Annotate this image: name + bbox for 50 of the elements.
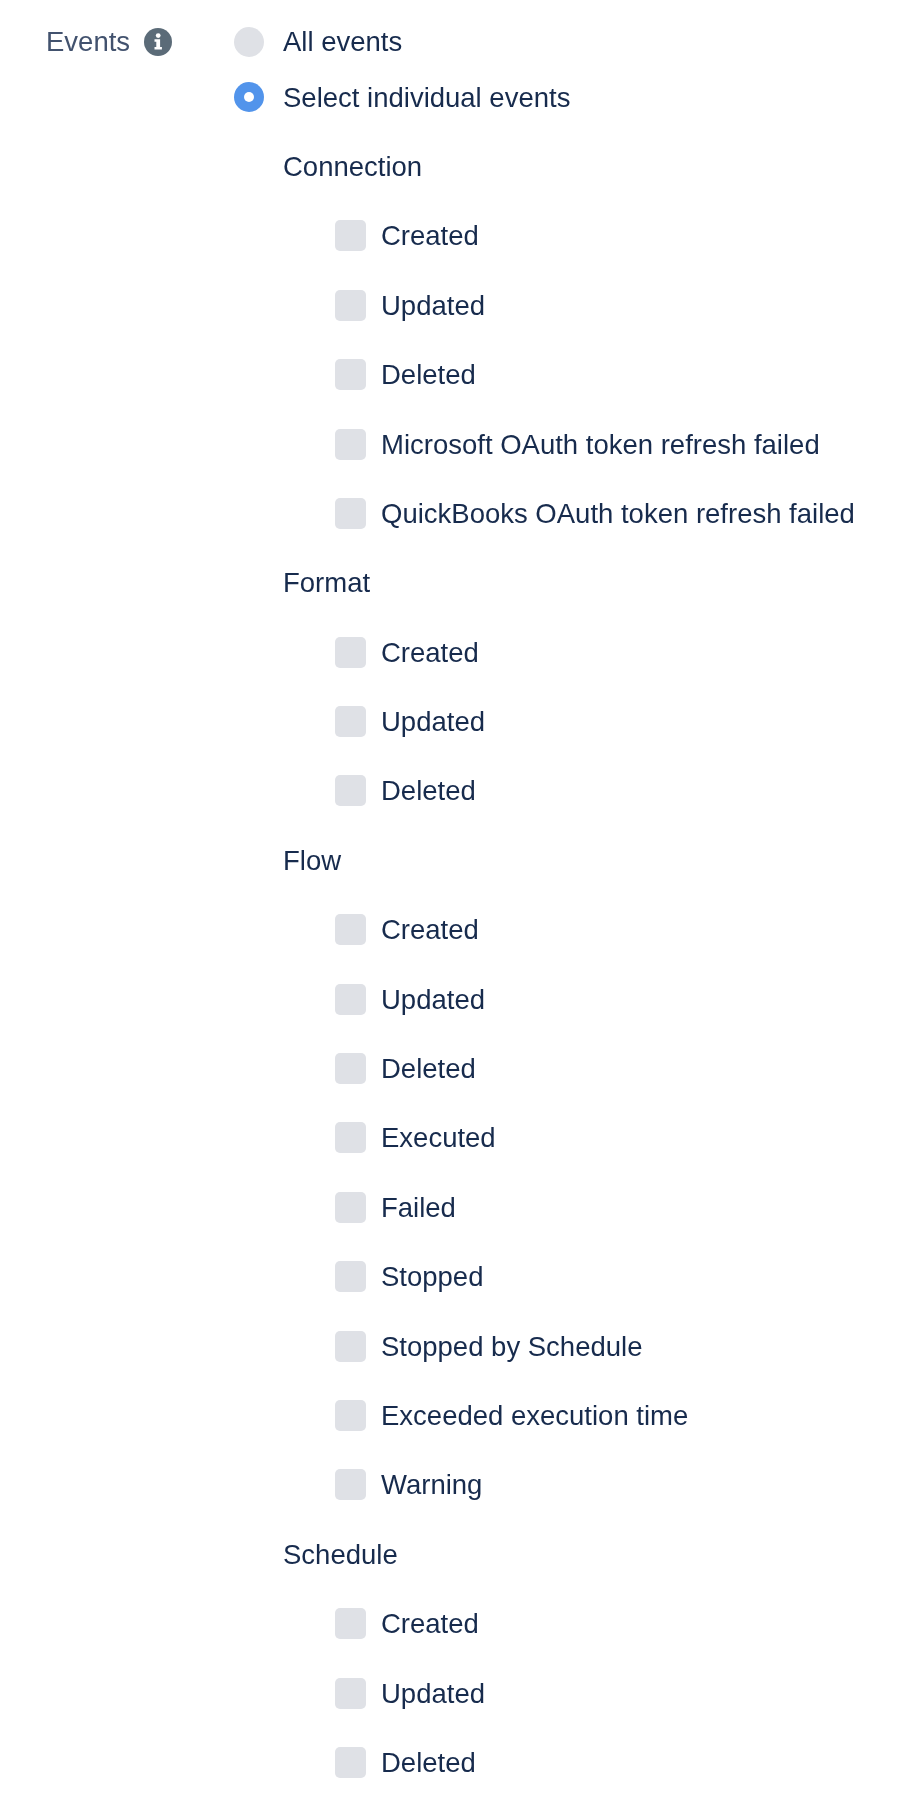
checkbox-label: Deleted bbox=[381, 358, 476, 392]
checkbox[interactable] bbox=[335, 706, 366, 738]
checkbox-label: Stopped by Schedule bbox=[381, 1329, 643, 1363]
checkbox[interactable] bbox=[335, 289, 366, 321]
checkbox-label: Microsoft OAuth token refresh failed bbox=[381, 427, 820, 461]
checkbox-label: Stopped bbox=[381, 1260, 484, 1294]
checkbox[interactable] bbox=[335, 1469, 366, 1501]
checkbox[interactable] bbox=[335, 220, 366, 252]
checkbox[interactable] bbox=[335, 1053, 366, 1085]
radio-label: Select individual events bbox=[283, 80, 571, 114]
checkbox[interactable] bbox=[335, 1191, 366, 1223]
checkbox-label: Created bbox=[381, 913, 479, 947]
checkbox-label: Updated bbox=[381, 705, 485, 739]
checkbox-label: QuickBooks OAuth token refresh failed bbox=[381, 496, 855, 530]
checkbox-label: Failed bbox=[381, 1190, 456, 1224]
info-icon[interactable] bbox=[144, 27, 173, 56]
checkbox-label: Deleted bbox=[381, 1745, 476, 1779]
checkbox-label: Created bbox=[381, 219, 479, 253]
checkbox-label: Created bbox=[381, 635, 479, 669]
checkbox[interactable] bbox=[335, 914, 366, 946]
checkbox-label: Executed bbox=[381, 1121, 496, 1155]
radio-label: All events bbox=[283, 25, 403, 59]
group-heading: Connection bbox=[283, 149, 423, 183]
checkbox[interactable] bbox=[335, 497, 366, 529]
checkbox[interactable] bbox=[335, 359, 366, 391]
checkbox-label: Deleted bbox=[381, 1052, 476, 1086]
checkbox[interactable] bbox=[335, 1330, 366, 1362]
group-heading: Format bbox=[283, 566, 371, 600]
group-heading: Schedule bbox=[283, 1537, 398, 1571]
field-label: Events bbox=[46, 25, 131, 59]
checkbox[interactable] bbox=[335, 1677, 366, 1709]
checkbox-label: Warning bbox=[381, 1468, 483, 1502]
checkbox[interactable] bbox=[335, 1400, 366, 1431]
checkbox-label: Created bbox=[381, 1607, 479, 1641]
checkbox-label: Deleted bbox=[381, 774, 476, 808]
group-heading: Flow bbox=[283, 843, 342, 877]
checkbox-label: Exceeded execution time bbox=[381, 1399, 689, 1432]
checkbox[interactable] bbox=[335, 1746, 366, 1778]
radio-button[interactable] bbox=[234, 26, 264, 57]
radio-button[interactable] bbox=[234, 82, 264, 113]
checkbox-label: Updated bbox=[381, 1676, 485, 1710]
checkbox[interactable] bbox=[335, 428, 366, 460]
checkbox[interactable] bbox=[335, 636, 366, 668]
checkbox[interactable] bbox=[335, 1122, 366, 1154]
checkbox[interactable] bbox=[335, 1608, 366, 1640]
checkbox[interactable] bbox=[335, 775, 366, 807]
checkbox-label: Updated bbox=[381, 982, 485, 1016]
checkbox[interactable] bbox=[335, 983, 366, 1015]
checkbox[interactable] bbox=[335, 1261, 366, 1293]
checkbox-label: Updated bbox=[381, 288, 485, 322]
